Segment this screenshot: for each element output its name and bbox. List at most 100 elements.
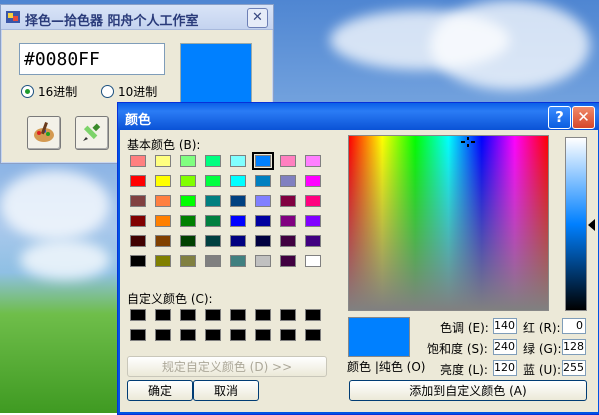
basic-swatch[interactable] <box>255 235 271 247</box>
radio-hex[interactable] <box>21 85 34 98</box>
basic-swatch[interactable] <box>180 175 196 187</box>
basic-swatch[interactable] <box>205 235 221 247</box>
custom-swatch[interactable] <box>305 329 321 341</box>
basic-swatch[interactable] <box>205 215 221 227</box>
picker-titlebar[interactable]: 择色—拾色器 阳舟个人工作室 ✕ <box>1 5 273 30</box>
basic-swatch[interactable] <box>155 215 171 227</box>
hue-label: 色调 (E): <box>440 321 489 335</box>
blue-field[interactable]: 255 <box>562 360 586 376</box>
basic-swatch[interactable] <box>280 255 296 267</box>
hex-value-field[interactable]: #0080FF <box>19 43 165 75</box>
custom-swatch[interactable] <box>130 309 146 321</box>
basic-swatch[interactable] <box>180 255 196 267</box>
custom-swatch[interactable] <box>255 309 271 321</box>
basic-swatch[interactable] <box>305 155 321 167</box>
sat-field[interactable]: 240 <box>493 339 517 355</box>
custom-swatch[interactable] <box>230 329 246 341</box>
basic-swatch[interactable] <box>305 175 321 187</box>
basic-swatch[interactable] <box>230 195 246 207</box>
basic-swatch[interactable] <box>130 255 146 267</box>
basic-swatch[interactable] <box>230 175 246 187</box>
red-label: 红 (R): <box>523 321 561 335</box>
basic-swatch[interactable] <box>130 235 146 247</box>
color-preview <box>180 43 252 105</box>
blue-label: 蓝 (U): <box>523 363 562 377</box>
basic-swatch[interactable] <box>130 175 146 187</box>
eyedropper-button[interactable] <box>75 116 109 150</box>
color-spectrum[interactable] <box>348 135 549 311</box>
custom-colors-label: 自定义颜色 (C): <box>127 292 213 306</box>
define-custom-colors-button[interactable]: 规定自定义颜色 (D) >> <box>127 356 327 377</box>
basic-swatch[interactable] <box>205 255 221 267</box>
basic-swatch[interactable] <box>155 235 171 247</box>
basic-swatch[interactable] <box>180 195 196 207</box>
basic-swatch[interactable] <box>180 235 196 247</box>
basic-swatch[interactable] <box>180 215 196 227</box>
picker-close-button[interactable]: ✕ <box>247 8 268 28</box>
luminance-slider[interactable] <box>565 137 587 311</box>
custom-swatch[interactable] <box>280 309 296 321</box>
basic-swatch[interactable] <box>155 195 171 207</box>
lum-field[interactable]: 120 <box>493 360 517 376</box>
basic-swatch[interactable] <box>280 235 296 247</box>
basic-swatch[interactable] <box>180 155 196 167</box>
basic-swatch[interactable] <box>255 195 271 207</box>
basic-swatch[interactable] <box>280 215 296 227</box>
basic-swatch[interactable] <box>305 215 321 227</box>
add-to-custom-colors-button[interactable]: 添加到自定义颜色 (A) <box>349 380 587 401</box>
basic-swatch[interactable] <box>130 195 146 207</box>
ok-button[interactable]: 确定 <box>127 380 193 401</box>
custom-swatch[interactable] <box>205 309 221 321</box>
custom-swatch[interactable] <box>155 309 171 321</box>
cancel-button[interactable]: 取消 <box>193 380 259 401</box>
basic-swatch[interactable] <box>205 175 221 187</box>
basic-swatch[interactable] <box>255 175 271 187</box>
red-field[interactable]: 0 <box>562 318 586 334</box>
basic-swatch[interactable] <box>205 155 221 167</box>
hue-field[interactable]: 140 <box>493 318 517 334</box>
help-button[interactable]: ? <box>548 106 571 129</box>
basic-swatch[interactable] <box>155 255 171 267</box>
basic-swatch[interactable] <box>280 175 296 187</box>
lum-label: 亮度 (L): <box>440 363 488 377</box>
basic-swatch[interactable] <box>280 155 296 167</box>
basic-swatch[interactable] <box>230 155 246 167</box>
custom-swatch[interactable] <box>205 329 221 341</box>
basic-swatch[interactable] <box>130 215 146 227</box>
luminance-arrow-icon[interactable] <box>588 219 595 231</box>
radio-dec[interactable] <box>101 85 114 98</box>
basic-swatch[interactable] <box>255 215 271 227</box>
basic-swatch[interactable] <box>305 195 321 207</box>
color-solid-preview <box>348 317 410 357</box>
basic-swatch[interactable] <box>230 255 246 267</box>
custom-swatch[interactable] <box>155 329 171 341</box>
basic-swatch[interactable] <box>305 235 321 247</box>
basic-swatch[interactable] <box>155 175 171 187</box>
dialog-close-button[interactable]: ✕ <box>572 106 595 129</box>
picker-title: 择色—拾色器 阳舟个人工作室 <box>25 14 199 29</box>
palette-button[interactable] <box>27 116 61 150</box>
basic-swatch[interactable] <box>252 152 274 170</box>
basic-swatch[interactable] <box>255 255 271 267</box>
basic-swatch[interactable] <box>230 215 246 227</box>
custom-swatch[interactable] <box>180 309 196 321</box>
palette-icon <box>34 122 54 142</box>
custom-swatch[interactable] <box>130 329 146 341</box>
custom-swatch[interactable] <box>280 329 296 341</box>
radio-hex-label: 16进制 <box>38 85 78 99</box>
eyedropper-icon <box>83 123 101 141</box>
cloud <box>430 0 590 90</box>
basic-swatch[interactable] <box>205 195 221 207</box>
green-field[interactable]: 128 <box>562 339 586 355</box>
basic-swatch[interactable] <box>130 155 146 167</box>
custom-swatch[interactable] <box>255 329 271 341</box>
app-icon <box>6 11 20 23</box>
basic-swatch[interactable] <box>155 155 171 167</box>
custom-swatch[interactable] <box>230 309 246 321</box>
custom-swatch[interactable] <box>180 329 196 341</box>
basic-swatch[interactable] <box>305 255 321 267</box>
dialog-titlebar[interactable]: 颜色 ? ✕ <box>118 103 599 130</box>
basic-swatch[interactable] <box>230 235 246 247</box>
custom-swatch[interactable] <box>305 309 321 321</box>
basic-swatch[interactable] <box>280 195 296 207</box>
